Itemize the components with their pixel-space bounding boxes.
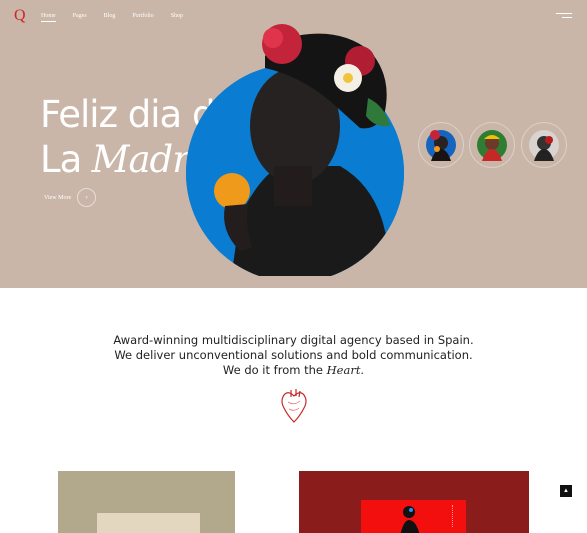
portfolio-card-1[interactable] [58,471,235,533]
arrow-right-icon: › [77,188,97,207]
intro-line-1: Award-winning multidisciplinary digital … [113,333,474,347]
intro-line-3: We do it from the Heart. [0,363,587,378]
portrait-thumbnail-2-image [477,130,507,161]
portrait-thumbnail-3-image [529,130,559,161]
portfolio-card-2-vertical-text [452,505,455,527]
nav-item-home[interactable]: Home [41,13,56,22]
logo[interactable]: Q [14,8,30,24]
portfolio-card-2[interactable] [299,471,529,533]
portrait-thumbnail-2[interactable] [469,122,515,168]
intro-text: Award-winning multidisciplinary digital … [0,333,587,378]
portrait-thumbnail-1-image [426,130,456,161]
hero-section: Q Home Pages Blog Portfolio Shop Feliz d… [0,0,587,288]
view-more-label: View More [44,194,72,201]
anatomical-heart-icon [281,389,307,423]
intro-line-3-italic: Heart. [326,363,365,377]
nav-item-blog[interactable]: Blog [104,13,116,19]
view-more-button[interactable]: View More › [44,188,97,207]
portrait-thumbnail-1[interactable] [418,122,464,168]
hero-title-plain: La [40,138,82,181]
portfolio-card-1-image [97,513,200,533]
portfolio-card-2-figure [400,506,420,533]
arrow-up-icon: ▲ [563,488,569,494]
hamburger-icon[interactable] [556,13,572,19]
intro-line-3-plain: We do it from the [222,363,323,377]
nav-item-pages[interactable]: Pages [73,13,87,19]
hero-portrait-image [186,24,404,276]
portfolio-card-2-image [361,500,466,533]
intro-line-2: We deliver unconventional solutions and … [114,348,473,362]
scroll-to-top-button[interactable]: ▲ [560,485,572,497]
nav-item-portfolio[interactable]: Portfolio [132,13,153,19]
portrait-thumbnail-3[interactable] [521,122,567,168]
